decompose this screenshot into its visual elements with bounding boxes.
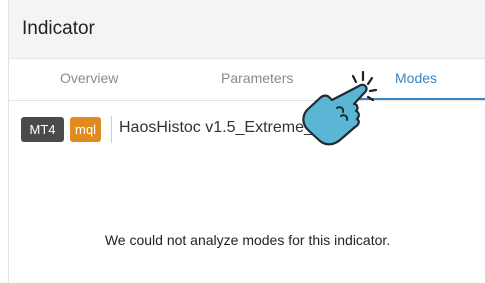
tab-overview[interactable]: Overview [60,70,118,86]
indicator-name: HaosHistoc v1.5_Extreme_ [119,119,313,136]
panel-header: Indicator [9,0,485,59]
page-title: Indicator [22,18,95,39]
empty-state-message: We could not analyze modes for this indi… [104,232,391,248]
language-badge: mql [70,117,101,142]
platform-badge: MT4 [21,117,64,142]
indicator-panel: Indicator Overview Parameters Modes MT4 … [8,0,485,283]
tab-bar: Overview Parameters Modes [9,59,485,101]
tab-modes[interactable]: Modes [395,70,437,86]
tab-parameters[interactable]: Parameters [221,70,293,86]
divider [111,116,112,143]
pointing-hand-icon [302,70,378,146]
